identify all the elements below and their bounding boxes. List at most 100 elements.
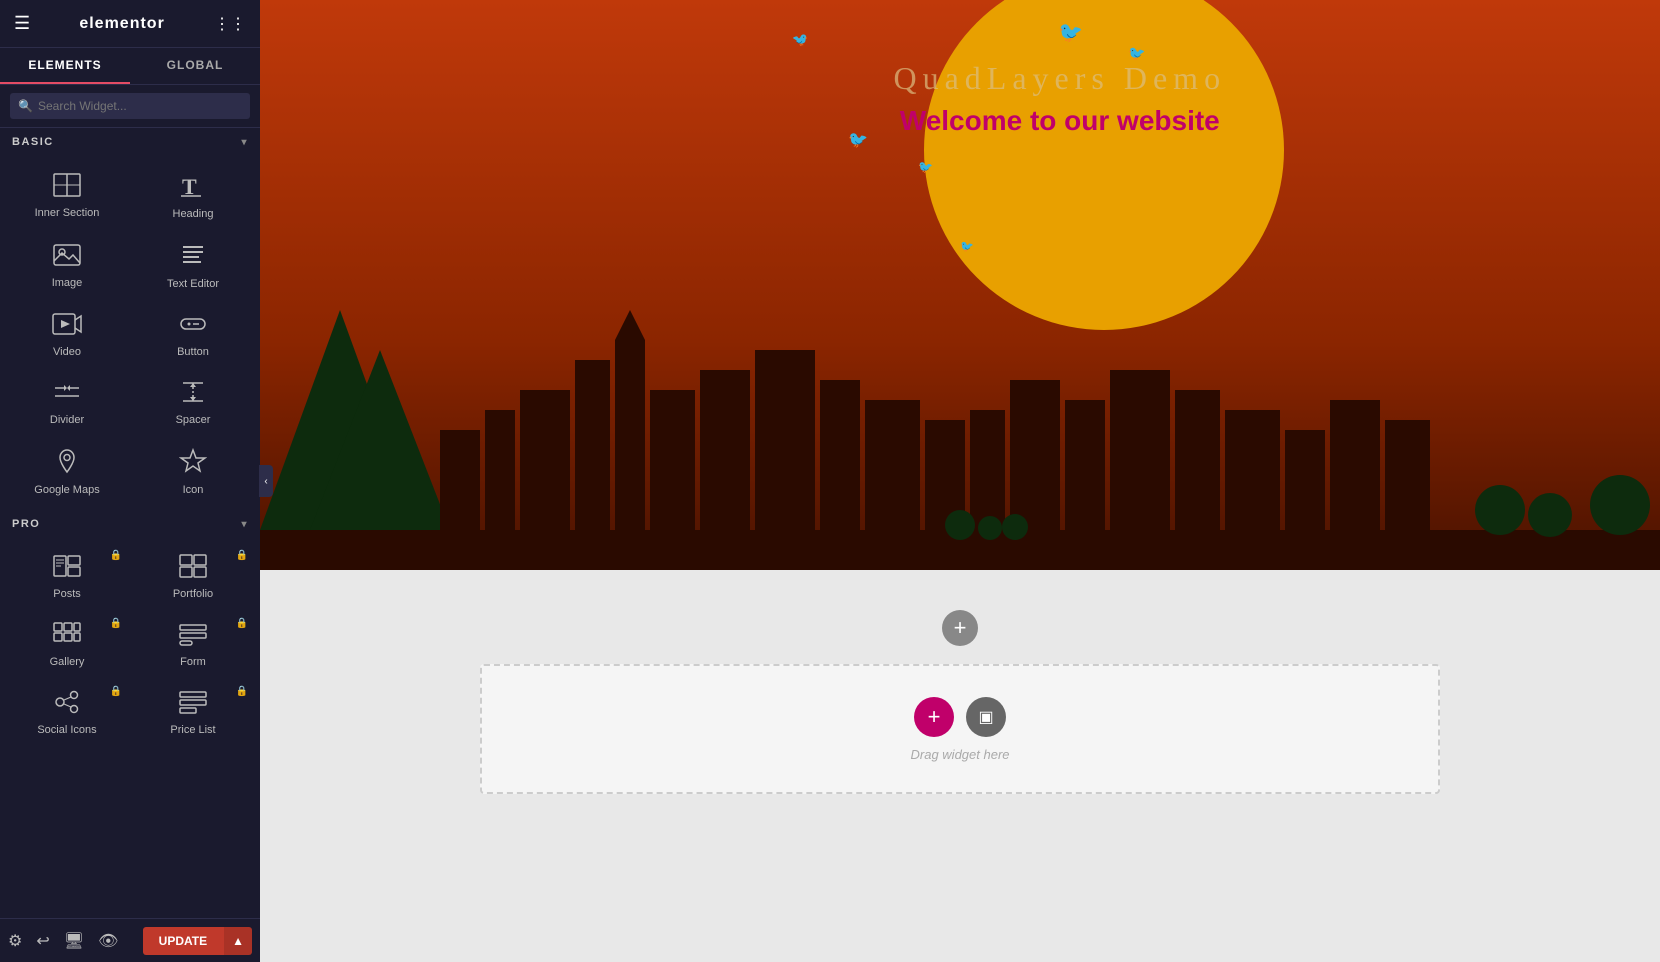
update-button[interactable]: UPDATE xyxy=(143,927,223,955)
widget-portfolio-label: Portfolio xyxy=(173,588,213,600)
widget-google-maps[interactable]: Google Maps xyxy=(4,436,130,506)
sidebar: ☰ elementor ⋮⋮ ELEMENTS GLOBAL 🔍 BASIC ▾ xyxy=(0,0,260,962)
widget-image[interactable]: Image xyxy=(4,230,130,300)
inner-section-icon xyxy=(53,173,81,201)
eye-icon[interactable]: 👁 xyxy=(98,931,118,951)
lock-icon: 🔒 xyxy=(110,550,122,561)
search-input[interactable] xyxy=(10,93,250,119)
widget-gallery[interactable]: 🔒 Gallery xyxy=(4,610,130,678)
lock-icon-portfolio: 🔒 xyxy=(236,550,248,561)
update-arrow-button[interactable]: ▲ xyxy=(223,927,252,955)
widget-portfolio[interactable]: 🔒 Portfolio xyxy=(130,542,256,610)
lock-icon-form: 🔒 xyxy=(236,618,248,629)
add-section-button[interactable]: + xyxy=(942,610,978,646)
bird-6: 🐦 xyxy=(792,32,808,48)
widget-icon[interactable]: Icon xyxy=(130,436,256,506)
bird-1: 🐦 xyxy=(1058,20,1083,45)
history-icon[interactable]: ↩ xyxy=(36,931,49,951)
bird-3: 🐦 xyxy=(848,130,868,150)
collapse-sidebar-handle[interactable]: ‹ xyxy=(259,465,273,497)
section-pro-header[interactable]: PRO ▾ xyxy=(0,510,260,538)
tab-global[interactable]: GLOBAL xyxy=(130,48,260,84)
widget-video[interactable]: Video xyxy=(4,300,130,368)
empty-section-buttons: + ▣ xyxy=(914,697,1006,737)
button-icon xyxy=(179,312,207,340)
hamburger-icon[interactable]: ☰ xyxy=(14,13,30,34)
sidebar-header: ☰ elementor ⋮⋮ xyxy=(0,0,260,48)
svg-text:T: T xyxy=(182,174,197,198)
maps-icon xyxy=(53,448,81,478)
widget-posts[interactable]: 🔒 Posts xyxy=(4,542,130,610)
widget-price-list[interactable]: 🔒 Price List xyxy=(130,678,256,746)
hero-subtitle: Welcome to our website xyxy=(893,105,1226,137)
sidebar-scroll: BASIC ▾ Inner Section T xyxy=(0,128,260,918)
widget-form[interactable]: 🔒 Form xyxy=(130,610,256,678)
widget-inner-section[interactable]: Inner Section xyxy=(4,160,130,230)
footer-icons: ⚙ ↩ 🖥 👁 xyxy=(8,931,118,951)
widget-divider-label: Divider xyxy=(50,414,84,426)
buildings-svg xyxy=(260,310,1660,570)
widget-social-icons-label: Social Icons xyxy=(37,724,96,736)
update-btn-group: UPDATE ▲ xyxy=(143,927,252,955)
below-hero-area: + + ▣ Drag widget here xyxy=(260,570,1660,794)
bird-4: 🐦 xyxy=(918,160,933,174)
widget-image-label: Image xyxy=(52,277,83,289)
image-icon xyxy=(53,243,81,271)
responsive-icon[interactable]: 🖥 xyxy=(64,931,84,951)
pro-widgets-grid: 🔒 Posts 🔒 xyxy=(0,538,260,750)
empty-section: + ▣ Drag widget here xyxy=(480,664,1440,794)
widget-divider[interactable]: Divider xyxy=(4,368,130,436)
drag-hint: Drag widget here xyxy=(911,747,1010,762)
widget-price-list-label: Price List xyxy=(170,724,215,736)
template-button[interactable]: ▣ xyxy=(966,697,1006,737)
chevron-down-icon: ▾ xyxy=(241,137,248,148)
lock-icon-social: 🔒 xyxy=(110,686,122,697)
widget-icon-label: Icon xyxy=(183,484,204,496)
sidebar-tabs: ELEMENTS GLOBAL xyxy=(0,48,260,85)
widget-text-editor-label: Text Editor xyxy=(167,278,219,290)
lock-icon-price: 🔒 xyxy=(236,686,248,697)
widget-text-editor[interactable]: Text Editor xyxy=(130,230,256,300)
heading-icon: T xyxy=(179,172,207,202)
sidebar-footer: ⚙ ↩ 🖥 👁 UPDATE ▲ xyxy=(0,918,260,962)
canvas-area: 🐦 🐦 🐦 🐦 🐦 🐦 QuadLayers Demo Welcome to o… xyxy=(260,0,1660,962)
add-widget-button[interactable]: + xyxy=(914,697,954,737)
tab-elements[interactable]: ELEMENTS xyxy=(0,48,130,84)
widget-spacer-label: Spacer xyxy=(176,414,211,426)
widget-button[interactable]: Button xyxy=(130,300,256,368)
widget-heading-label: Heading xyxy=(173,208,214,220)
posts-icon xyxy=(53,554,81,582)
gallery-icon xyxy=(53,622,81,650)
portfolio-icon xyxy=(179,554,207,582)
hero-title: QuadLayers Demo xyxy=(893,60,1226,97)
app-title: elementor xyxy=(79,15,164,33)
widget-gallery-label: Gallery xyxy=(50,656,85,668)
search-wrapper: 🔍 xyxy=(10,93,250,119)
hero-section: 🐦 🐦 🐦 🐦 🐦 🐦 QuadLayers Demo Welcome to o… xyxy=(260,0,1660,570)
section-basic-label: BASIC xyxy=(12,136,54,148)
widget-form-label: Form xyxy=(180,656,206,668)
widget-button-label: Button xyxy=(177,346,209,358)
basic-widgets-grid: Inner Section T Heading xyxy=(0,156,260,510)
search-container: 🔍 xyxy=(0,85,260,128)
text-editor-icon xyxy=(179,242,207,272)
settings-icon[interactable]: ⚙ xyxy=(8,931,22,951)
widget-posts-label: Posts xyxy=(53,588,81,600)
widget-video-label: Video xyxy=(53,346,81,358)
grid-icon[interactable]: ⋮⋮ xyxy=(214,14,246,34)
form-icon xyxy=(179,622,207,650)
section-pro-label: PRO xyxy=(12,518,40,530)
widget-google-maps-label: Google Maps xyxy=(34,484,99,496)
social-icon xyxy=(53,690,81,718)
widget-social-icons[interactable]: 🔒 Social Icons xyxy=(4,678,130,746)
section-basic-header[interactable]: BASIC ▾ xyxy=(0,128,260,156)
widget-heading[interactable]: T Heading xyxy=(130,160,256,230)
pro-chevron-down-icon: ▾ xyxy=(241,519,248,530)
widget-spacer[interactable]: Spacer xyxy=(130,368,256,436)
search-icon: 🔍 xyxy=(18,99,33,113)
icon-icon xyxy=(179,448,207,478)
video-icon xyxy=(52,312,82,340)
sun-decoration xyxy=(924,0,1284,330)
bird-5: 🐦 xyxy=(960,240,974,253)
spacer-icon xyxy=(179,380,207,408)
